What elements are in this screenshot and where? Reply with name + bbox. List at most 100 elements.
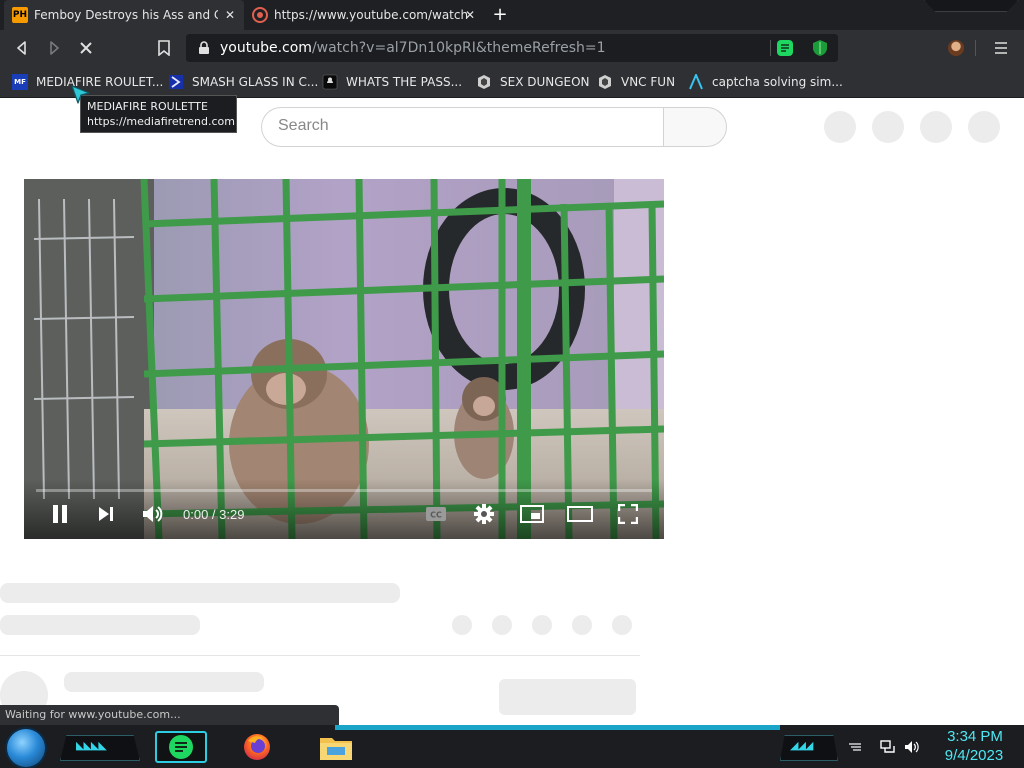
search-button[interactable] [663, 107, 727, 147]
action-placeholder [572, 615, 592, 635]
file-explorer-icon[interactable] [319, 733, 353, 761]
header-placeholder-button[interactable] [920, 111, 952, 143]
hamburger-menu-icon[interactable] [992, 39, 1010, 57]
navigation-bar: youtube.com/watch?v=al7Dn10kpRI&themeRef… [0, 30, 1024, 66]
network-icon[interactable] [880, 740, 896, 754]
youtube-favicon-icon [252, 7, 268, 23]
forward-arrow-icon [50, 41, 59, 55]
action-placeholder [492, 615, 512, 635]
mediafire-icon: MF [12, 74, 28, 90]
forward-button[interactable] [44, 38, 64, 58]
mouse-cursor-icon [71, 85, 90, 104]
tooltip-title: MEDIAFIRE ROULETTE [87, 100, 208, 113]
url-path: /watch?v=al7Dn10kpRI&themeRefresh=1 [311, 40, 606, 56]
browser-status-bar: Waiting for www.youtube.com... [0, 705, 339, 725]
bookmarks-bar: MF MEDIAFIRE ROULET... SMASH GLASS IN C.… [0, 66, 1024, 98]
lock-icon [199, 41, 209, 54]
mute-button[interactable] [140, 501, 166, 527]
shield-extension-icon[interactable] [812, 39, 828, 57]
tab-youtube[interactable]: https://www.youtube.com/watch?v= ✕ [244, 0, 484, 30]
start-button[interactable] [7, 729, 45, 767]
search-box [261, 107, 665, 147]
close-tab-icon[interactable]: ✕ [462, 7, 478, 23]
new-tab-button[interactable]: + [490, 5, 510, 25]
pause-button[interactable] [47, 501, 73, 527]
progress-bar[interactable] [36, 489, 652, 492]
clock-date[interactable]: 9/4/2023 [934, 747, 1014, 764]
account-avatar[interactable] [948, 40, 964, 56]
smash-glass-icon [169, 75, 183, 89]
window-decoration [924, 0, 1018, 12]
divider [0, 655, 640, 656]
captions-button[interactable]: CC [423, 501, 449, 527]
youtube-page: 0:00 / 3:29 CC [0, 99, 1024, 725]
address-bar[interactable]: youtube.com/watch?v=al7Dn10kpRI&themeRef… [186, 34, 838, 62]
bookmark-label: WHATS THE PASS... [346, 75, 463, 89]
chevron-decoration-icon: ◣◣◣◣ [76, 739, 107, 752]
desktop: PH Femboy Destroys his Ass and Cum ✕ htt… [0, 0, 1024, 768]
tooltip-url: https://mediafiretrend.com [87, 115, 235, 128]
header-placeholder-button[interactable] [968, 111, 1000, 143]
tab-active[interactable]: PH Femboy Destroys his Ass and Cum ✕ [4, 0, 244, 30]
volume-icon [143, 506, 163, 522]
closed-captions-icon: CC [426, 507, 446, 521]
url-text: youtube.com/watch?v=al7Dn10kpRI&themeRef… [220, 40, 606, 56]
vnc-icon [599, 75, 611, 89]
pause-icon [53, 505, 67, 523]
bookmark-label: MEDIAFIRE ROULET... [36, 75, 164, 89]
bookmark-page-button[interactable] [154, 38, 174, 58]
bookmark-label: captcha solving sim... [712, 75, 843, 89]
action-placeholder [612, 615, 632, 635]
fullscreen-icon [618, 504, 638, 524]
stop-loading-button[interactable] [76, 38, 96, 58]
toolbar-divider [975, 40, 976, 56]
bookmark-whats-the-pass[interactable]: WHATS THE PASS... [322, 70, 462, 94]
player-controls: 0:00 / 3:29 CC [24, 479, 664, 539]
captcha-icon [689, 74, 703, 90]
svg-text:CC: CC [430, 511, 442, 520]
subtitle-placeholder [0, 615, 200, 635]
speaker-icon[interactable] [904, 740, 920, 754]
bookmark-captcha[interactable]: captcha solving sim... [688, 70, 843, 94]
tab-title: https://www.youtube.com/watch?v= [274, 8, 468, 22]
bookmark-vnc-fun[interactable]: VNC FUN [597, 70, 675, 94]
chevron-decoration-icon: ◢◢◢ [790, 739, 813, 752]
bookmark-label: SEX DUNGEON [500, 75, 590, 89]
channel-name-placeholder [64, 672, 264, 692]
settings-button[interactable] [471, 501, 497, 527]
notes-extension-icon[interactable] [776, 39, 794, 57]
back-arrow-icon [17, 41, 26, 55]
miniplayer-button[interactable] [519, 501, 545, 527]
firefox-icon[interactable] [242, 732, 272, 762]
clock-time[interactable]: 3:34 PM [940, 728, 1010, 745]
next-button[interactable] [93, 501, 119, 527]
bookmark-smash-glass[interactable]: SMASH GLASS IN C... [168, 70, 318, 94]
tab-title: Femboy Destroys his Ass and Cum [34, 8, 218, 22]
theater-mode-icon [567, 506, 593, 522]
header-placeholder-button[interactable] [872, 111, 904, 143]
close-tab-icon[interactable]: ✕ [222, 7, 238, 23]
search-input[interactable] [278, 117, 648, 135]
video-player[interactable]: 0:00 / 3:29 CC [24, 179, 664, 539]
back-button[interactable] [12, 38, 32, 58]
gear-icon [474, 504, 494, 524]
skip-next-icon [99, 507, 113, 521]
bookmark-sex-dungeon[interactable]: SEX DUNGEON [476, 70, 590, 94]
theater-mode-button[interactable] [567, 501, 593, 527]
action-placeholder [532, 615, 552, 635]
whats-the-pass-icon [322, 74, 338, 90]
address-bar-divider [770, 40, 771, 56]
stop-icon [80, 42, 92, 54]
url-host: youtube.com [220, 40, 312, 56]
miniplayer-icon [520, 505, 544, 523]
tray-overflow-icon[interactable] [848, 741, 862, 753]
bookmark-icon [158, 40, 170, 56]
tab-bar: PH Femboy Destroys his Ass and Cum ✕ htt… [0, 0, 1024, 30]
header-placeholder-button[interactable] [824, 111, 856, 143]
action-placeholder [452, 615, 472, 635]
dungeon-icon [478, 75, 490, 89]
video-time: 0:00 / 3:29 [183, 507, 245, 522]
taskbar: ◣◣◣◣ ◢◢◢ 3:34 PM 9/4/2023 [0, 725, 1024, 768]
fullscreen-button[interactable] [615, 501, 641, 527]
taskbar-notes-app[interactable] [155, 731, 207, 763]
